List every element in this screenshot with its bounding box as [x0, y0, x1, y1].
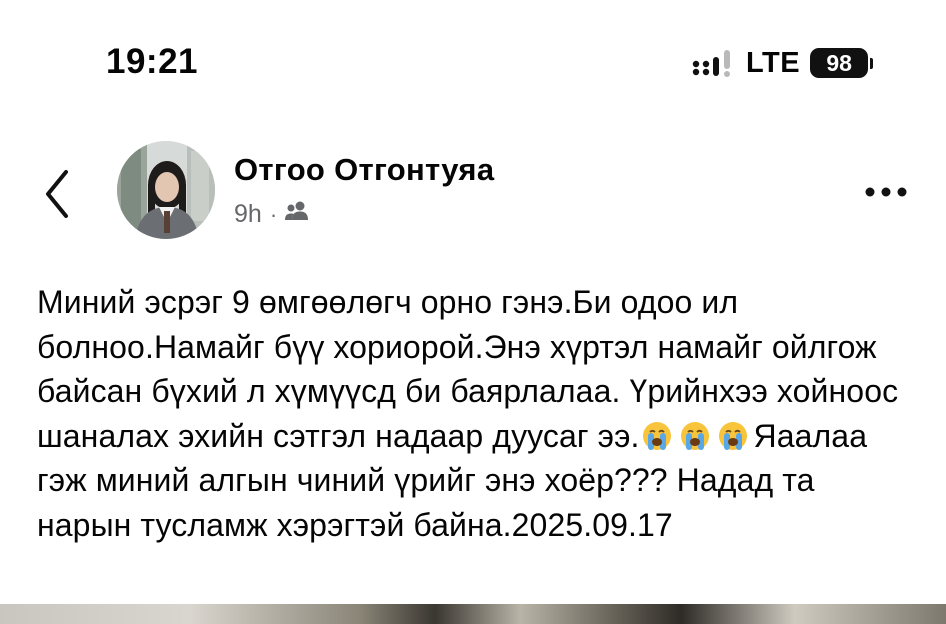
back-button[interactable]	[36, 162, 80, 222]
meta-separator: ·	[269, 201, 278, 227]
battery-level: 98	[810, 48, 869, 78]
author-name[interactable]: Отгоо Отгонтуяа	[234, 152, 494, 188]
loudly-crying-face-icon	[718, 418, 748, 450]
more-dots-icon	[865, 187, 907, 197]
loudly-crying-face-icon	[642, 418, 672, 450]
profile-photo	[117, 141, 215, 239]
chevron-left-icon	[46, 170, 68, 218]
signal-strength-icon	[692, 48, 736, 78]
loudly-crying-face-icon	[680, 418, 710, 450]
status-indicators: LTE 98	[692, 46, 874, 80]
battery-tip	[870, 57, 874, 69]
more-options-button[interactable]	[860, 180, 916, 204]
status-time: 19:21	[106, 42, 199, 81]
post-meta: 9h ·	[234, 200, 311, 229]
friends-icon[interactable]	[283, 200, 311, 229]
post-photo[interactable]	[0, 604, 946, 624]
network-type-label: LTE	[746, 46, 801, 79]
avatar[interactable]	[117, 141, 215, 239]
post-text: Миний эсрэг 9 өмгөөлөгч орно гэнэ.Би одо…	[37, 280, 917, 548]
battery-icon: 98	[810, 48, 874, 78]
post-time[interactable]: 9h	[234, 200, 262, 229]
facebook-post-screen: 19:21 LTE 98 Отгоо Отгонтуяа 9h · Миний …	[0, 0, 946, 624]
